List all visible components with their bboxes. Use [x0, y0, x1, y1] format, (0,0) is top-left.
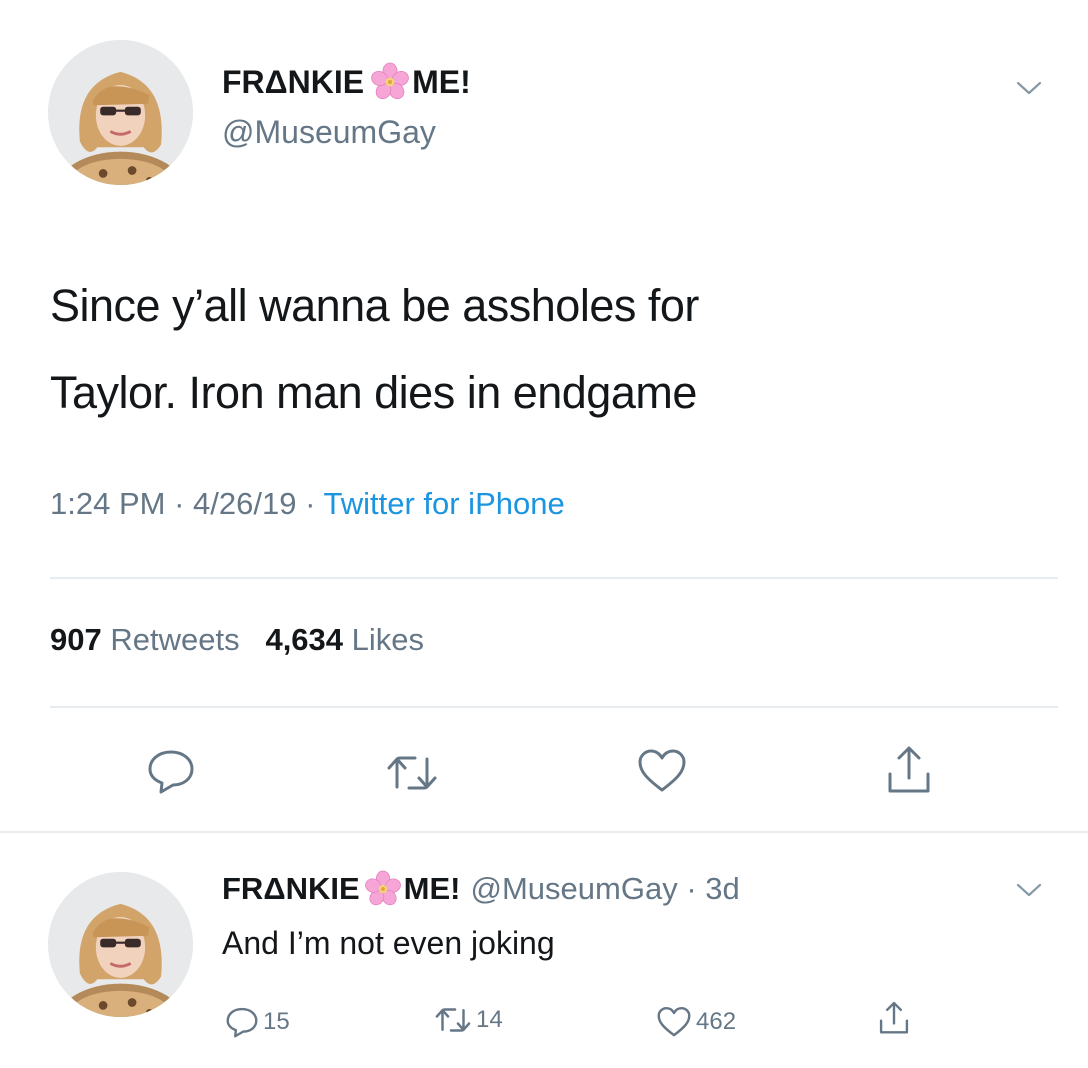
retweet-icon	[435, 1008, 471, 1032]
reply-like-button[interactable]: 462	[656, 1006, 736, 1038]
tweet-date[interactable]: 4/26/19	[193, 486, 296, 521]
user-handle[interactable]: @MuseumGay	[222, 114, 436, 151]
heart-icon	[657, 1006, 691, 1037]
divider	[50, 577, 1058, 579]
likes-stat[interactable]: 4,634 Likes	[265, 622, 424, 657]
share-icon	[879, 1001, 909, 1034]
reply-age[interactable]: 3d	[705, 871, 739, 906]
share-button[interactable]	[884, 744, 934, 796]
reply-meta: @MuseumGay · 3d	[471, 871, 740, 907]
display-name[interactable]: FRΔNKIE ME!	[222, 62, 471, 102]
meta-separator: ·	[305, 486, 316, 521]
reply-handle[interactable]: @MuseumGay	[471, 871, 678, 906]
meta-separator: ·	[174, 486, 185, 521]
retweets-count: 907	[50, 622, 102, 657]
share-icon	[888, 746, 930, 793]
chevron-down-icon[interactable]	[1014, 78, 1044, 98]
cherry-blossom-icon	[370, 62, 410, 102]
likes-label: Likes	[351, 622, 425, 657]
likes-count: 4,634	[265, 622, 344, 657]
reply-text: And I’m not even joking	[222, 925, 555, 961]
cherry-blossom-icon	[364, 870, 402, 908]
tweet-text-line: Since y’all wanna be assholes for	[50, 280, 699, 331]
retweets-label: Retweets	[110, 622, 240, 657]
avatar[interactable]	[48, 40, 193, 185]
tweet-text-line: Taylor. Iron man dies in endgame	[50, 367, 697, 418]
retweet-icon	[387, 756, 437, 790]
retweet-button[interactable]	[385, 753, 439, 793]
tweet-time[interactable]: 1:24 PM	[50, 486, 165, 521]
retweet-count: 14	[476, 1006, 503, 1033]
display-name-part-2: ME!	[403, 871, 461, 906]
reply-share-button[interactable]	[877, 1000, 911, 1036]
display-name-part-1: FRΔNKIE	[222, 63, 365, 100]
reply-reply-button[interactable]: 15	[225, 1006, 290, 1038]
tweet-stats: 907 Retweets 4,634 Likes	[50, 622, 424, 658]
tweet-source-link[interactable]: Twitter for iPhone	[323, 486, 564, 521]
display-name-part-2: ME!	[412, 63, 471, 100]
divider	[0, 831, 1088, 833]
reply-display-name[interactable]: FRΔNKIE ME!	[222, 870, 461, 908]
retweets-stat[interactable]: 907 Retweets	[50, 622, 248, 657]
chevron-down-icon[interactable]	[1014, 880, 1044, 900]
reply-icon	[226, 1007, 258, 1038]
like-button[interactable]	[636, 748, 688, 794]
reply-retweet-button[interactable]: 14	[434, 1006, 503, 1034]
reply-header: FRΔNKIE ME! @MuseumGay · 3d	[222, 870, 740, 908]
tweet-meta: 1:24 PM · 4/26/19 · Twitter for iPhone	[50, 486, 565, 522]
meta-separator: ·	[686, 871, 697, 906]
tweet-text: Since y’all wanna be assholes for Taylor…	[50, 262, 1050, 436]
divider	[50, 706, 1058, 708]
display-name-part-1: FRΔNKIE	[222, 871, 360, 906]
heart-icon	[638, 749, 686, 792]
like-count: 462	[696, 1008, 737, 1035]
reply-button[interactable]	[146, 748, 196, 794]
reply-icon	[148, 750, 194, 794]
reply-count: 15	[263, 1008, 290, 1035]
avatar[interactable]	[48, 872, 193, 1017]
